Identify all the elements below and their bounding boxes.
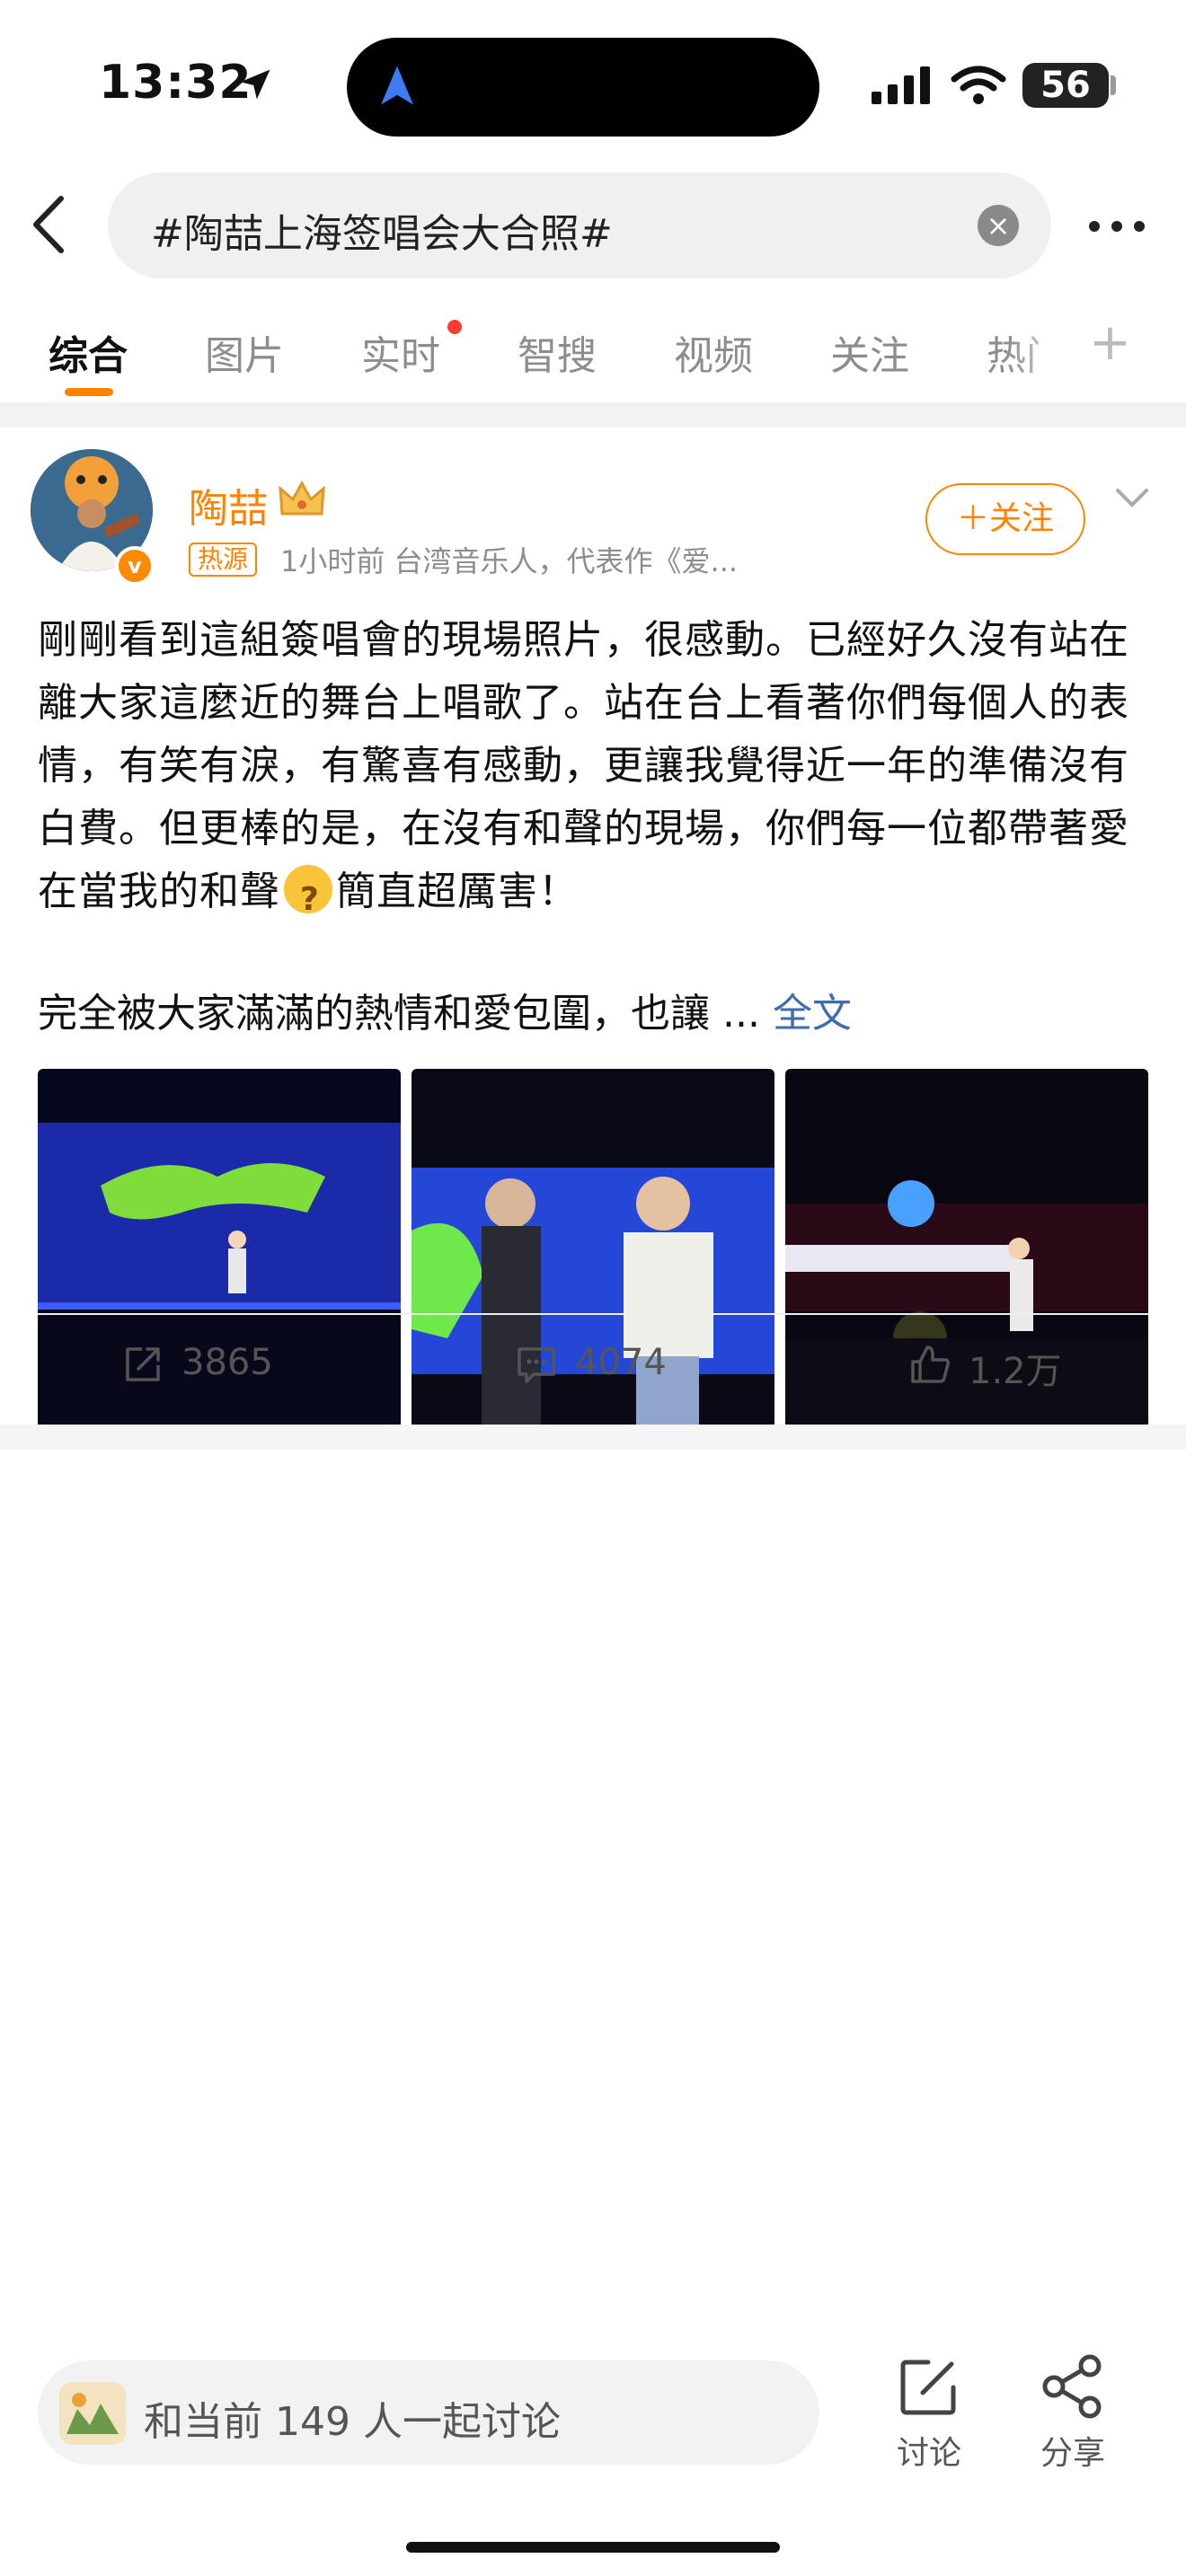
wifi-icon <box>951 66 1006 104</box>
chevron-down-icon[interactable] <box>1114 485 1150 512</box>
post-text-line2: 完全被大家滿滿的熱情和愛包圍，也讓 ... <box>38 991 773 1037</box>
discussion-input[interactable]: 和当前 149 人一起讨论 <box>38 2360 819 2465</box>
active-tab-indicator <box>65 388 113 396</box>
comment-count: 4074 <box>575 1342 667 1383</box>
thinking-emoji-icon <box>284 865 332 931</box>
post-body-continued: 完全被大家滿滿的熱情和愛包圍，也讓 ... 全文 <box>38 981 852 1038</box>
compose-icon <box>900 2360 956 2415</box>
add-tab-icon[interactable]: + <box>1089 318 1134 372</box>
post-text-part1: 剛剛看到這組簽唱會的現場照片，很感動。已經好久沒有站在離大家這麼近的舞台上唱歌了… <box>38 617 1129 914</box>
like-count: 1.2万 <box>969 1351 1062 1392</box>
full-text-link[interactable]: 全文 <box>773 991 852 1037</box>
repost-count: 3865 <box>181 1342 273 1383</box>
battery-level: 56 <box>1022 63 1109 108</box>
dynamic-island <box>347 38 819 137</box>
post-meta: 1小时前 台湾音乐人，代表作《爱... <box>280 544 739 578</box>
post-photo[interactable] <box>785 1069 1148 1432</box>
discuss-label: 讨论 <box>896 2435 961 2472</box>
location-arrow-icon <box>240 69 270 100</box>
more-options-icon[interactable] <box>1085 216 1148 237</box>
discussion-badge-icon <box>59 2382 126 2445</box>
tab-realtime[interactable]: 实时 <box>361 323 440 381</box>
follow-button[interactable]: ＋关注 <box>925 483 1085 555</box>
like-icon <box>911 1345 950 1383</box>
tab-smart-search[interactable]: 智搜 <box>518 323 597 381</box>
tab-images[interactable]: 图片 <box>205 323 284 381</box>
action-separator <box>38 1313 1148 1315</box>
verified-badge-icon: v <box>115 546 155 586</box>
post-body: 剛剛看到這組簽唱會的現場照片，很感動。已經好久沒有站在離大家這麼近的舞台上唱歌了… <box>38 609 1152 931</box>
source-badge: 热源 <box>189 543 258 577</box>
share-label: 分享 <box>1040 2435 1105 2472</box>
repost-icon <box>126 1347 160 1381</box>
tab-fade <box>1006 314 1087 386</box>
share-icon <box>1042 2354 1102 2419</box>
discussion-prompt: 和当前 149 人一起讨论 <box>144 2399 561 2445</box>
comment-icon <box>518 1347 555 1383</box>
realtime-notification-dot <box>447 320 462 334</box>
tab-bar: 综合 图片 实时 智搜 视频 关注 热门 + <box>0 314 1186 404</box>
section-divider <box>0 1425 1186 1450</box>
battery-tip <box>1111 75 1116 95</box>
discuss-button[interactable]: 讨论 <box>884 2353 974 2474</box>
cellular-signal-icon <box>872 66 930 104</box>
tab-videos[interactable]: 视频 <box>674 323 753 381</box>
search-bar[interactable]: #陶喆上海签唱会大合照# × <box>108 172 1051 278</box>
share-button[interactable]: 分享 <box>1028 2353 1118 2474</box>
post-text-part2: 簡直超厲害！ <box>336 869 579 914</box>
tab-general[interactable]: 综合 <box>49 323 128 381</box>
photo-image <box>785 1069 1148 1432</box>
home-indicator[interactable] <box>406 2542 780 2553</box>
crown-icon <box>279 480 325 516</box>
status-time: 13:32 <box>99 56 252 110</box>
back-icon[interactable] <box>27 193 72 256</box>
clear-icon[interactable]: × <box>978 205 1019 246</box>
author-name[interactable]: 陶喆 <box>189 476 268 534</box>
tab-following[interactable]: 关注 <box>830 323 909 381</box>
navigation-arrow-icon <box>381 66 413 105</box>
status-bar: 13:32 56 <box>0 0 1186 171</box>
search-query[interactable]: #陶喆上海签唱会大合照# <box>151 201 613 259</box>
section-divider <box>0 402 1186 428</box>
